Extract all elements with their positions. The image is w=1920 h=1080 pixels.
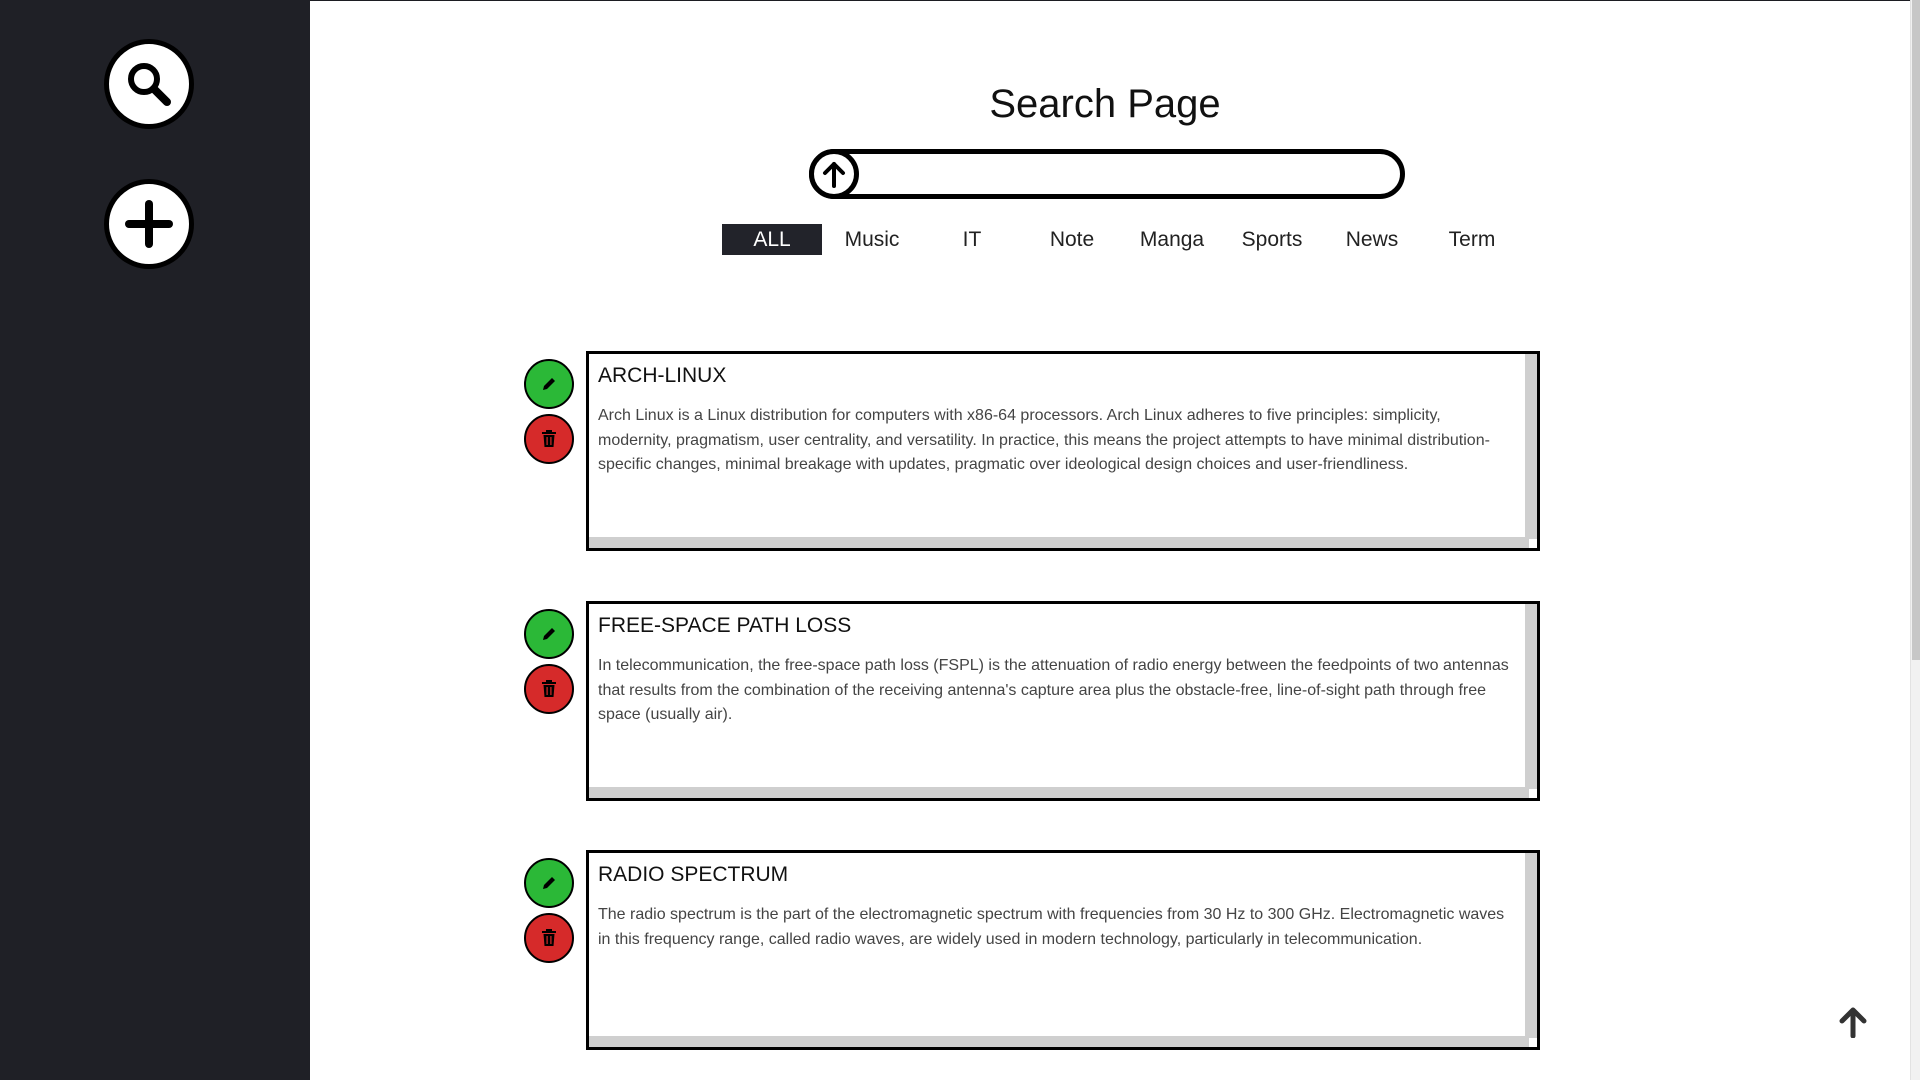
pencil-icon [543,378,555,390]
delete-button[interactable] [524,913,574,963]
plus-icon [125,200,173,248]
card-horizontal-scrollbar[interactable] [589,787,1529,798]
tab-sports[interactable]: Sports [1222,224,1322,255]
sidebar-add-button[interactable] [104,179,194,269]
tab-music[interactable]: Music [822,224,922,255]
page-scrollbar[interactable] [1910,0,1920,1080]
note-card: ARCH-LINUX Arch Linux is a Linux distrib… [586,351,1540,551]
tab-term[interactable]: Term [1422,224,1522,255]
card-title: RADIO SPECTRUM [598,863,789,886]
pencil-icon [543,877,555,889]
edit-button[interactable] [524,858,574,908]
pencil-icon [543,628,555,640]
tab-note[interactable]: Note [1022,224,1122,255]
tab-news[interactable]: News [1322,224,1422,255]
trash-icon [542,430,556,447]
scroll-to-top-button[interactable] [1835,1004,1871,1040]
sidebar-search-button[interactable] [104,39,194,129]
card-title: ARCH-LINUX [598,364,727,387]
card-body: In telecommunication, the free-space pat… [598,657,1509,723]
search-input[interactable] [870,154,1390,194]
tab-all[interactable]: ALL [722,224,822,255]
edit-button[interactable] [524,359,574,409]
card-horizontal-scrollbar[interactable] [589,1036,1529,1047]
note-card: RADIO SPECTRUM The radio spectrum is the… [586,850,1540,1050]
tab-manga[interactable]: Manga [1122,224,1222,255]
category-tabs: ALL Music IT Note Manga Sports News Term [722,224,1522,255]
trash-icon [542,929,556,946]
search-submit-button[interactable] [809,149,859,199]
delete-button[interactable] [524,414,574,464]
card-body: The radio spectrum is the part of the el… [598,906,1505,948]
card-vertical-scrollbar[interactable] [1525,853,1537,1038]
tab-it[interactable]: IT [922,224,1022,255]
card-vertical-scrollbar[interactable] [1525,354,1537,539]
card-body: Arch Linux is a Linux distribution for c… [598,407,1490,473]
sidebar [0,0,310,1080]
card-vertical-scrollbar[interactable] [1525,604,1537,789]
card-horizontal-scrollbar[interactable] [589,537,1529,548]
trash-icon [542,680,556,697]
page-title: Search Page [989,82,1221,126]
card-title: FREE-SPACE PATH LOSS [598,614,852,637]
search-bar [809,149,1405,199]
search-icon [128,63,171,106]
delete-button[interactable] [524,664,574,714]
arrow-up-circle-icon [823,162,845,188]
note-card: FREE-SPACE PATH LOSS In telecommunicatio… [586,601,1540,801]
page-scrollbar-thumb[interactable] [1912,0,1920,660]
arrow-up-icon [1839,1007,1867,1038]
edit-button[interactable] [524,609,574,659]
